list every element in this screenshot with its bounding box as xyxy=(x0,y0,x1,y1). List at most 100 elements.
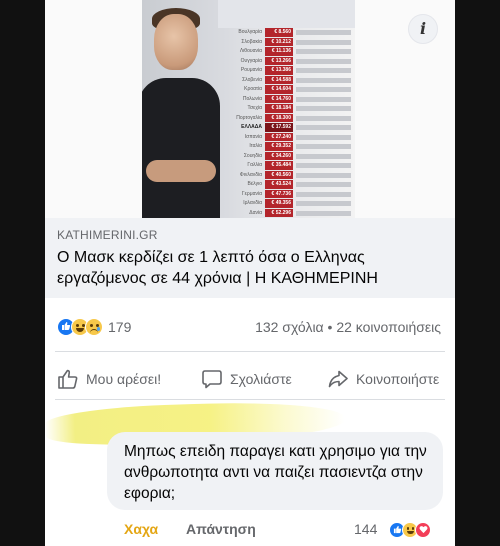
comment-label: Σχολιάστε xyxy=(230,371,292,387)
country-name: Ιρλανδία xyxy=(243,200,262,206)
love-icon xyxy=(415,522,431,538)
post-card: Βουλγαρία € 8.560 Σλοβακία € 10.212 Λιθουανί… xyxy=(45,0,455,546)
post-reactions-row[interactable]: 179 132 σχόλια • 22 κοινοποιήσεις xyxy=(45,316,455,340)
table-row: Ισπανία € 27.240 xyxy=(218,132,355,143)
salary-value: € 18.300 xyxy=(265,113,293,122)
comment-bubble-icon xyxy=(202,370,222,389)
like-button[interactable]: Μου αρέσει! xyxy=(57,366,161,392)
country-name: Κροατία xyxy=(244,86,262,92)
screen-border-right xyxy=(455,0,500,546)
table-row: Βουλγαρία € 8.560 xyxy=(218,28,355,38)
divider xyxy=(55,351,445,352)
salary-value: € 35.484 xyxy=(265,161,293,170)
country-name: Δανία xyxy=(249,209,262,216)
note-bar xyxy=(296,87,351,92)
table-row: Λιθουανία € 11.136 xyxy=(218,47,355,57)
salary-value: € 18.184 xyxy=(265,104,293,113)
table-row: Πολωνία € 14.760 xyxy=(218,94,355,105)
note-bar xyxy=(296,172,351,178)
salary-value: € 49.356 xyxy=(265,199,293,208)
reply-button[interactable]: Απάντηση xyxy=(186,521,256,537)
table-row: Ιρλανδία € 49.356 xyxy=(218,199,355,209)
salary-table-graphic: Βουλγαρία € 8.560 Σλοβακία € 10.212 Λιθουανί… xyxy=(218,0,355,218)
note-bar xyxy=(296,144,351,149)
table-row: Κροατία € 14.604 xyxy=(218,85,355,95)
person-portrait xyxy=(142,0,220,218)
reaction-count[interactable]: 179 xyxy=(108,319,131,335)
table-row: Γερμανία € 47.736 xyxy=(218,189,355,200)
salary-value: € 52.296 xyxy=(265,208,293,217)
note-bar xyxy=(296,58,351,64)
table-row: Σλοβενία € 14.588 xyxy=(218,75,355,86)
country-name: ΕΛΛΑΔΑ xyxy=(241,124,262,130)
country-name: Τσεχία xyxy=(247,105,262,111)
country-name: Ρουμανία xyxy=(240,67,262,73)
note-bar xyxy=(296,39,351,45)
salary-value: € 14.604 xyxy=(265,85,293,94)
sad-icon xyxy=(85,318,103,336)
screen-border-left xyxy=(0,0,45,546)
table-row: Πορτογαλία € 18.300 xyxy=(218,113,355,124)
salary-value: € 14.588 xyxy=(265,75,293,84)
country-name: Βέλγιο xyxy=(247,181,262,187)
note-bar xyxy=(296,163,351,168)
note-bar xyxy=(296,134,351,140)
link-info[interactable]: KATHIMERINI.GR Ο Μασκ κερδίζει σε 1 λεπτ… xyxy=(45,218,455,298)
country-name: Πορτογαλία xyxy=(236,114,262,121)
comment-text: Μηπως επειδη παραγει κατι χρησιμο για τη… xyxy=(124,443,427,502)
table-row: Σλοβακία € 10.212 xyxy=(218,37,355,48)
note-bar xyxy=(296,210,351,216)
link-headline[interactable]: Ο Μασκ κερδίζει σε 1 λεπτό όσα ο Ελληνας… xyxy=(57,247,443,289)
salary-value: € 17.592 xyxy=(265,123,293,132)
salary-value: € 13.386 xyxy=(265,66,293,75)
salary-value: € 14.760 xyxy=(265,94,293,103)
salary-value: € 29.352 xyxy=(265,142,293,151)
country-name: Ιταλία xyxy=(249,143,262,149)
salary-value: € 34.260 xyxy=(265,151,293,160)
link-domain: KATHIMERINI.GR xyxy=(57,228,158,242)
salary-value: € 8.560 xyxy=(265,28,293,37)
table-row: Σουηδία € 34.260 xyxy=(218,151,355,162)
country-name: Φινλανδία xyxy=(239,171,262,178)
note-bar xyxy=(296,30,351,35)
salary-value: € 47.736 xyxy=(265,189,293,198)
table-row: Τσεχία € 18.184 xyxy=(218,104,355,114)
table-row: Ρουμανία € 13.386 xyxy=(218,66,355,76)
note-bar xyxy=(296,201,351,206)
salary-value: € 40.560 xyxy=(265,170,293,179)
haha-reaction-button[interactable]: Χαχα xyxy=(124,521,158,537)
salary-value: € 43.524 xyxy=(265,180,293,189)
country-name: Γαλλία xyxy=(247,162,262,168)
article-photo: Βουλγαρία € 8.560 Σλοβακία € 10.212 Λιθουανί… xyxy=(142,0,355,218)
salary-value: € 27.240 xyxy=(265,132,293,141)
table-row: Δανία € 52.296 xyxy=(218,208,355,219)
note-bar xyxy=(296,153,351,159)
table-row: Ιταλία € 29.352 xyxy=(218,142,355,152)
table-row: Βέλγιο € 43.524 xyxy=(218,180,355,190)
salary-value: € 10.212 xyxy=(265,37,293,46)
country-name: Γερμανία xyxy=(241,190,262,197)
country-name: Ουγγαρία xyxy=(240,57,262,64)
comment-reaction-count[interactable]: 144 xyxy=(354,521,377,537)
comment-button[interactable]: Σχολιάστε xyxy=(201,366,292,392)
table-row: Γαλλία € 35.484 xyxy=(218,161,355,171)
info-icon[interactable]: i xyxy=(408,14,438,44)
table-row: Φινλανδία € 40.560 xyxy=(218,170,355,181)
note-bar xyxy=(296,106,351,111)
country-name: Σλοβενία xyxy=(242,76,262,83)
comment-footer: Χαχα Απάντηση 144 xyxy=(45,518,455,542)
table-row: ΕΛΛΑΔΑ € 17.592 xyxy=(218,123,355,133)
note-bar xyxy=(296,49,351,54)
link-preview-image[interactable]: Βουλγαρία € 8.560 Σλοβακία € 10.212 Λιθουανί… xyxy=(45,0,455,218)
table-row: Ουγγαρία € 13.266 xyxy=(218,56,355,67)
country-name: Βουλγαρία xyxy=(238,29,262,35)
salary-value: € 11.136 xyxy=(265,47,293,56)
note-bar xyxy=(296,182,351,187)
action-bar: Μου αρέσει! Σχολιάστε Κοινοποιήστε xyxy=(45,362,455,396)
share-button[interactable]: Κοινοποιήστε xyxy=(327,366,439,392)
comments-shares-count[interactable]: 132 σχόλια • 22 κοινοποιήσεις xyxy=(255,319,441,335)
note-bar xyxy=(296,68,351,73)
share-label: Κοινοποιήστε xyxy=(356,371,440,387)
note-bar xyxy=(296,191,351,197)
share-arrow-icon xyxy=(328,370,348,388)
